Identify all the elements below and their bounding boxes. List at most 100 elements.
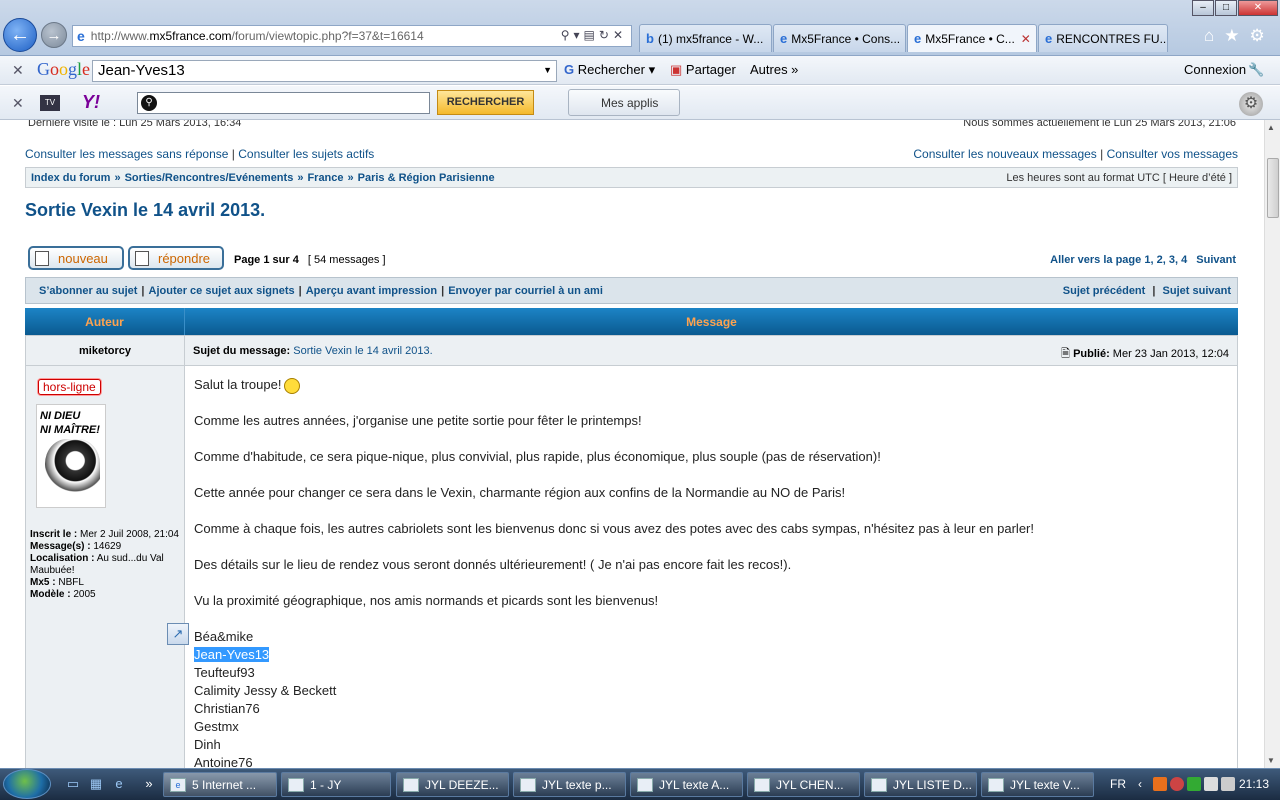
yahoo-search-input[interactable]: ⚲: [137, 92, 430, 114]
yahoo-logo[interactable]: Y!: [82, 92, 100, 113]
google-query-text: Jean-Yves13: [98, 62, 185, 79]
joined-value: Mer 2 Juil 2008, 21:04: [80, 529, 179, 540]
task-internet-explorer[interactable]: e 5 Internet ...: [163, 772, 277, 797]
quicklaunch-more-icon[interactable]: »: [140, 776, 158, 792]
maximize-button[interactable]: □: [1215, 0, 1237, 16]
close-window-button[interactable]: ✕: [1238, 0, 1278, 16]
page-link-3[interactable]: 3: [1169, 254, 1175, 266]
breadcrumb-france[interactable]: France: [307, 172, 343, 184]
subscribe-link[interactable]: S’abonner au sujet: [39, 285, 137, 297]
scroll-thumb[interactable]: [1267, 158, 1279, 218]
task-texte-v[interactable]: JYL texte V...: [981, 772, 1094, 797]
breadcrumb-sorties[interactable]: Sorties/Rencontres/Evénements: [125, 172, 294, 184]
avatar-caption: NI DIEU NI MAÎTRE!: [40, 409, 100, 437]
task-label: JYL texte A...: [659, 777, 730, 792]
tab-close-icon[interactable]: ✕: [1021, 32, 1031, 46]
volume-icon[interactable]: [1221, 777, 1235, 791]
window-switch-icon[interactable]: ▦: [87, 776, 105, 792]
my-apps-button[interactable]: Mes applis: [568, 89, 680, 116]
your-posts-link[interactable]: Consulter vos messages: [1107, 147, 1238, 161]
task-texte-a[interactable]: JYL texte A...: [630, 772, 743, 797]
url-host: mx5france.com: [149, 29, 232, 43]
new-posts-link[interactable]: Consulter les nouveaux messages: [913, 147, 1096, 161]
login-button[interactable]: Connexion: [1184, 62, 1246, 77]
page-link-2[interactable]: 2: [1157, 254, 1163, 266]
task-deezer[interactable]: JYL DEEZE...: [396, 772, 509, 797]
author-profile: hors-ligne NI DIEU NI MAÎTRE! Inscrit le …: [26, 366, 185, 768]
active-topics-link[interactable]: Consulter les sujets actifs: [238, 147, 374, 161]
next-page-link[interactable]: Suivant: [1196, 254, 1236, 266]
show-desktop-icon[interactable]: ▭: [64, 776, 82, 792]
avatar-caption-line: NI MAÎTRE!: [40, 424, 100, 436]
close-toolbar-icon[interactable]: ✕: [12, 62, 24, 79]
document-icon: [403, 777, 419, 792]
document-icon: [988, 777, 1004, 792]
tray-expand-icon[interactable]: ‹: [1138, 777, 1142, 791]
tray-app-icon[interactable]: [1187, 777, 1201, 791]
document-icon: [35, 251, 49, 266]
breadcrumb: Index du forum » Sorties/Rencontres/Evén…: [25, 167, 1238, 188]
favorites-star-icon[interactable]: ★: [1224, 26, 1239, 46]
address-bar[interactable]: e http://www. mx5france.com/forum/viewtop…: [72, 25, 632, 47]
google-search-button[interactable]: G Rechercher ▾: [564, 62, 655, 78]
google-search-input[interactable]: Jean-Yves13 ▼: [92, 60, 557, 82]
ie-tab-icon: e: [914, 31, 922, 46]
network-icon[interactable]: [1204, 777, 1218, 791]
settings-gear-icon[interactable]: ⚙: [1239, 92, 1263, 116]
address-controls[interactable]: ⚲▾▤↻✕: [561, 28, 627, 42]
close-toolbar-icon[interactable]: ✕: [12, 95, 24, 112]
previous-topic-link[interactable]: Sujet précédent: [1063, 285, 1146, 297]
print-preview-link[interactable]: Aperçu avant impression: [306, 285, 437, 297]
gear-icon[interactable]: ⚙: [1250, 26, 1265, 46]
breadcrumb-paris[interactable]: Paris & Région Parisienne: [358, 172, 495, 184]
dropdown-arrow-icon[interactable]: ▼: [543, 65, 552, 75]
back-button[interactable]: ←: [3, 18, 37, 52]
expand-arrow-icon[interactable]: ↗: [167, 623, 189, 645]
post-icon[interactable]: 🗎: [1061, 348, 1070, 360]
start-button[interactable]: [3, 769, 51, 799]
task-jy[interactable]: 1 - JY: [281, 772, 391, 797]
task-liste[interactable]: JYL LISTE D...: [864, 772, 977, 797]
wrench-icon[interactable]: 🔧: [1248, 62, 1264, 78]
breadcrumb-separator: »: [114, 171, 121, 184]
new-topic-button[interactable]: nouveau: [28, 246, 124, 270]
yahoo-search-button[interactable]: RECHERCHER: [437, 90, 534, 115]
ie-quicklaunch-icon[interactable]: e: [110, 776, 128, 792]
tab-2[interactable]: e Mx5France • Cons...: [773, 24, 906, 52]
task-chen[interactable]: JYL CHEN...: [747, 772, 860, 797]
clock[interactable]: 21:13: [1239, 777, 1269, 791]
tab-1[interactable]: b (1) mx5france - W...: [639, 24, 772, 52]
url-path: /forum/viewtopic.php?f=37&t=16614: [231, 29, 424, 43]
tray-app-icon[interactable]: [1170, 777, 1184, 791]
home-icon[interactable]: ⌂: [1204, 26, 1214, 46]
page-link-4[interactable]: 4: [1181, 254, 1187, 266]
share-button[interactable]: ▣ Partager: [670, 62, 736, 78]
page-scrollbar[interactable]: ▲ ▼: [1264, 120, 1280, 768]
tab-4[interactable]: e RENCONTRES FU...: [1038, 24, 1168, 52]
task-texte-p[interactable]: JYL texte p...: [513, 772, 626, 797]
goto-page-label[interactable]: Aller vers la page: [1050, 254, 1141, 266]
forward-button[interactable]: →: [41, 22, 67, 48]
next-topic-link[interactable]: Sujet suivant: [1163, 285, 1231, 297]
bookmark-link[interactable]: Ajouter ce sujet aux signets: [149, 285, 295, 297]
scroll-down-icon[interactable]: ▼: [1267, 756, 1275, 765]
breadcrumb-forum-index[interactable]: Index du forum: [31, 172, 110, 184]
tv-icon[interactable]: TV: [40, 95, 60, 111]
reply-button[interactable]: répondre: [128, 246, 224, 270]
subject-link[interactable]: Sortie Vexin le 14 avril 2013.: [293, 345, 432, 357]
list-item-selected: Jean-Yves13: [194, 646, 1224, 664]
unanswered-link[interactable]: Consulter les messages sans réponse: [25, 147, 228, 161]
post-author[interactable]: miketorcy: [26, 336, 185, 365]
language-indicator[interactable]: FR: [1110, 777, 1126, 791]
selected-text: Jean-Yves13: [194, 647, 270, 662]
topic-title[interactable]: Sortie Vexin le 14 avril 2013.: [25, 200, 265, 221]
page-link-1[interactable]: 1: [1144, 254, 1150, 266]
more-button[interactable]: Autres »: [750, 62, 798, 77]
email-friend-link[interactable]: Envoyer par courriel à un ami: [448, 285, 603, 297]
tray-app-icon[interactable]: [1153, 777, 1167, 791]
document-icon: [871, 777, 887, 792]
minimize-button[interactable]: –: [1192, 0, 1214, 16]
scroll-up-icon[interactable]: ▲: [1267, 123, 1275, 132]
document-icon: [135, 251, 149, 266]
tab-3-active[interactable]: e Mx5France • C... ✕: [907, 24, 1037, 52]
